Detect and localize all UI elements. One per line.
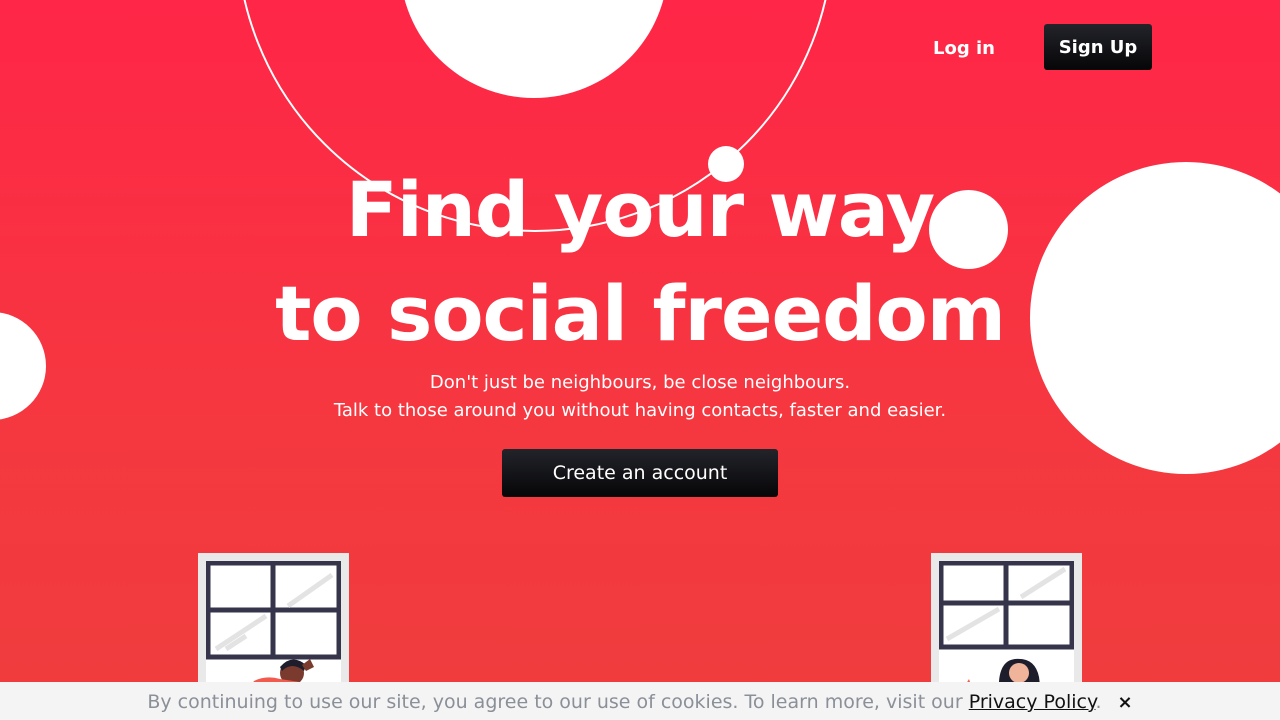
create-account-button[interactable]: Create an account <box>502 449 778 497</box>
window-illustration-right <box>931 553 1082 693</box>
person-at-window-illustration <box>205 560 342 693</box>
hero-subtitle: Don't just be neighbours, be close neigh… <box>0 369 1280 425</box>
landing-page: Log in Sign Up Find your way to social f… <box>0 0 1280 720</box>
cookie-banner-trailing: . <box>1095 691 1102 713</box>
login-button[interactable]: Log in <box>922 31 1006 65</box>
hero-subtitle-line-2: Talk to those around you without having … <box>333 400 947 421</box>
privacy-policy-link[interactable]: Privacy Policy <box>969 691 1096 713</box>
person-at-window-illustration <box>938 560 1075 693</box>
hero-title-line-2: to social freedom <box>275 269 1006 358</box>
window-illustration-left <box>198 553 349 693</box>
signup-button[interactable]: Sign Up <box>1044 24 1152 70</box>
cookie-banner-text: By continuing to use our site, you agree… <box>147 691 969 713</box>
hero-subtitle-line-1: Don't just be neighbours, be close neigh… <box>429 372 851 393</box>
close-icon[interactable]: × <box>1118 683 1133 720</box>
hero-title: Find your way to social freedom <box>0 158 1280 366</box>
cookie-banner: By continuing to use our site, you agree… <box>0 682 1280 720</box>
hero-title-line-1: Find your way <box>345 165 935 254</box>
